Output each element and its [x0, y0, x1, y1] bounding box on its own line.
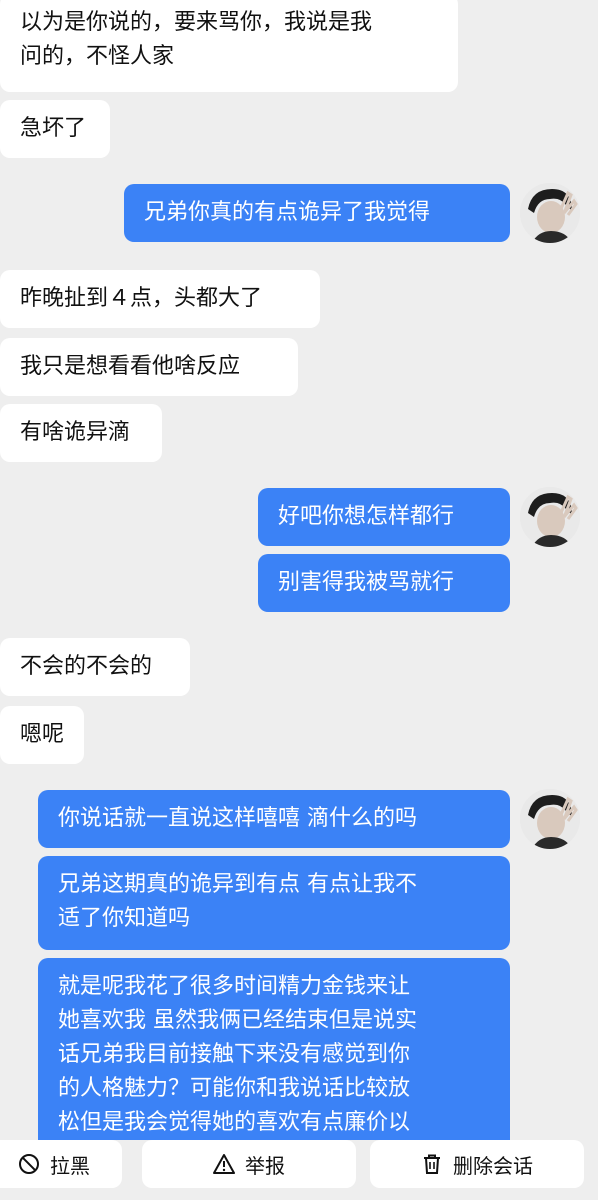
message-incoming[interactable]: 昨晚扯到４点，头都大了 — [0, 270, 320, 328]
trash-icon — [421, 1153, 443, 1175]
block-button[interactable]: 拉黑 — [0, 1140, 122, 1188]
message-outgoing[interactable]: 兄弟你真的有点诡异了我觉得 — [124, 184, 510, 242]
block-icon — [18, 1153, 40, 1175]
report-label: 举报 — [245, 1153, 285, 1178]
block-label: 拉黑 — [50, 1153, 90, 1178]
chat-area[interactable]: 以为是你说的，要来骂你，我说是我 问的，不怪人家 急坏了 兄弟你真的有点诡异了我… — [0, 0, 598, 1140]
message-outgoing[interactable]: 好吧你想怎样都行 — [258, 488, 510, 546]
bottom-action-bar: 拉黑 举报 删除会话 — [0, 1140, 598, 1200]
message-incoming[interactable]: 以为是你说的，要来骂你，我说是我 问的，不怪人家 — [0, 0, 458, 92]
delete-conversation-button[interactable]: 删除会话 — [370, 1140, 584, 1188]
message-incoming[interactable]: 我只是想看看他啥反应 — [0, 338, 298, 396]
message-incoming[interactable]: 急坏了 — [0, 100, 110, 158]
message-outgoing[interactable]: 兄弟这期真的诡异到有点 有点让我不 适了你知道吗 — [38, 856, 510, 950]
report-button[interactable]: 举报 — [142, 1140, 356, 1188]
warning-icon — [213, 1153, 235, 1175]
avatar[interactable] — [520, 487, 580, 547]
message-outgoing[interactable]: 就是呢我花了很多时间精力金钱来让 她喜欢我 虽然我俩已经结束但是说实 话兄弟我目… — [38, 958, 510, 1140]
message-outgoing[interactable]: 你说话就一直说这样嘻嘻 滴什么的吗 — [38, 790, 510, 848]
message-incoming[interactable]: 嗯呢 — [0, 706, 84, 764]
avatar[interactable] — [520, 183, 580, 243]
message-incoming[interactable]: 不会的不会的 — [0, 638, 190, 696]
message-outgoing[interactable]: 别害得我被骂就行 — [258, 554, 510, 612]
message-incoming[interactable]: 有啥诡异滴 — [0, 404, 162, 462]
avatar[interactable] — [520, 789, 580, 849]
delete-conversation-label: 删除会话 — [453, 1153, 533, 1178]
